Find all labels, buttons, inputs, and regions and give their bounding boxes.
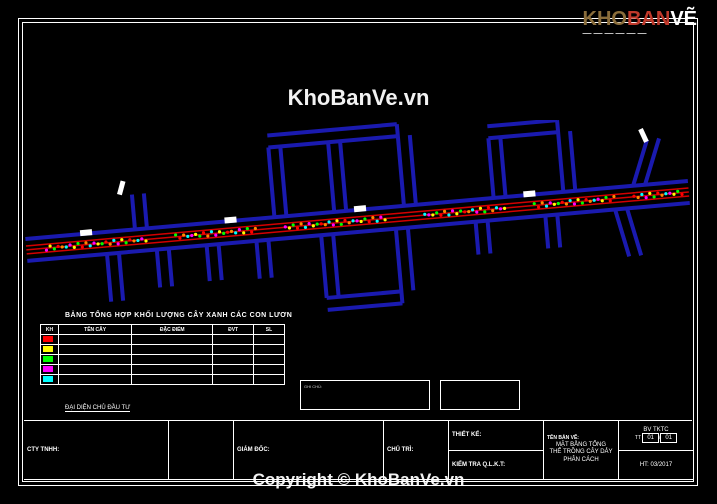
tb-cell-title: TÊN BẢN VẼ: MẶT BẰNG TỔNG THỂ TRỒNG CÂY … (544, 421, 619, 480)
investor-label: ĐẠI DIỆN CHỦ ĐẦU TƯ (65, 405, 130, 412)
qty-col-spec: ĐẶC ĐIỂM (132, 325, 213, 335)
qty-qty (253, 345, 284, 355)
qty-spec (132, 355, 213, 365)
tb-date-label: HT: (640, 462, 649, 468)
qty-qty (253, 375, 284, 385)
qty-swatch (41, 375, 59, 385)
qty-spec (132, 365, 213, 375)
qty-col-unit: ĐVT (213, 325, 254, 335)
qty-name (59, 365, 132, 375)
qty-swatch (41, 365, 59, 375)
tb-company-label: CTY TNHH: (27, 447, 165, 453)
notes-block-2 (440, 380, 520, 410)
logo-part2: BAN (627, 8, 670, 30)
tb-cell-sheet: BV TKTC TT 01/01 (619, 421, 694, 451)
tb-cell-blank1 (169, 421, 234, 480)
qty-qty (253, 365, 284, 375)
qty-col-name: TÊN CÂY (59, 325, 132, 335)
qty-unit (213, 345, 254, 355)
qty-unit (213, 375, 254, 385)
tb-director-label: GIÁM ĐỐC: (237, 447, 380, 453)
tb-checker-label: KIỂM TRA Q.L.K.T: (452, 462, 540, 468)
notes-block-1: GHI CHÚ: (300, 380, 430, 410)
qty-qty (253, 335, 284, 345)
qty-table-title: BẢNG TỔNG HỢP KHỐI LƯỢNG CÂY XANH CÁC CO… (65, 312, 292, 319)
tb-cell-director: GIÁM ĐỐC: (234, 421, 384, 480)
qty-unit (213, 365, 254, 375)
tb-lead-label: CHỦ TRÌ: (387, 447, 445, 453)
qty-swatch (41, 335, 59, 345)
qty-qty (253, 355, 284, 365)
tb-title-line3: PHÂN CÁCH (547, 457, 615, 465)
title-block: CTY TNHH: GIÁM ĐỐC: CHỦ TRÌ: THIẾT KẾ: T… (24, 420, 692, 480)
tb-sheet-no: 01 (642, 433, 659, 443)
site-logo: KHOBANVẼ —————— (583, 8, 697, 38)
qty-spec (132, 345, 213, 355)
tb-cell-investor: CTY TNHH: (24, 421, 169, 480)
tb-cell-date: HT: 03/2017 (619, 451, 694, 481)
tb-date: 03/2017 (650, 462, 672, 468)
tb-title-line2: THỂ TRỒNG CÂY DẢY (547, 449, 615, 457)
qty-row (41, 345, 285, 355)
tb-designer-label: THIẾT KẾ: (452, 432, 540, 438)
qty-swatch (41, 355, 59, 365)
qty-row (41, 375, 285, 385)
qty-row (41, 365, 285, 375)
qty-spec (132, 335, 213, 345)
tb-cell-designer: THIẾT KẾ: (449, 421, 544, 451)
tb-cell-lead: CHỦ TRÌ: (384, 421, 449, 480)
qty-table: KH TÊN CÂY ĐẶC ĐIỂM ĐVT SL (40, 324, 285, 385)
qty-unit (213, 355, 254, 365)
qty-spec (132, 375, 213, 385)
qty-swatch (41, 345, 59, 355)
road-svg (25, 120, 690, 320)
tb-sheet-total: 01 (660, 433, 677, 443)
qty-col-symbol: KH (41, 325, 59, 335)
qty-name (59, 355, 132, 365)
qty-row (41, 335, 285, 345)
logo-part1: KHO (583, 8, 627, 30)
road-plan-drawing (25, 120, 690, 320)
qty-row (41, 355, 285, 365)
qty-name (59, 375, 132, 385)
watermark-text: KhoBanVe.vn (288, 85, 430, 111)
qty-unit (213, 335, 254, 345)
qty-name (59, 335, 132, 345)
tb-cell-checker: KIỂM TRA Q.L.K.T: (449, 451, 544, 481)
logo-part3: VẼ (670, 8, 697, 30)
tb-sheet-tt: TT (635, 435, 641, 441)
qty-col-qty: SL (253, 325, 284, 335)
qty-name (59, 345, 132, 355)
qty-header-row: KH TÊN CÂY ĐẶC ĐIỂM ĐVT SL (41, 325, 285, 335)
